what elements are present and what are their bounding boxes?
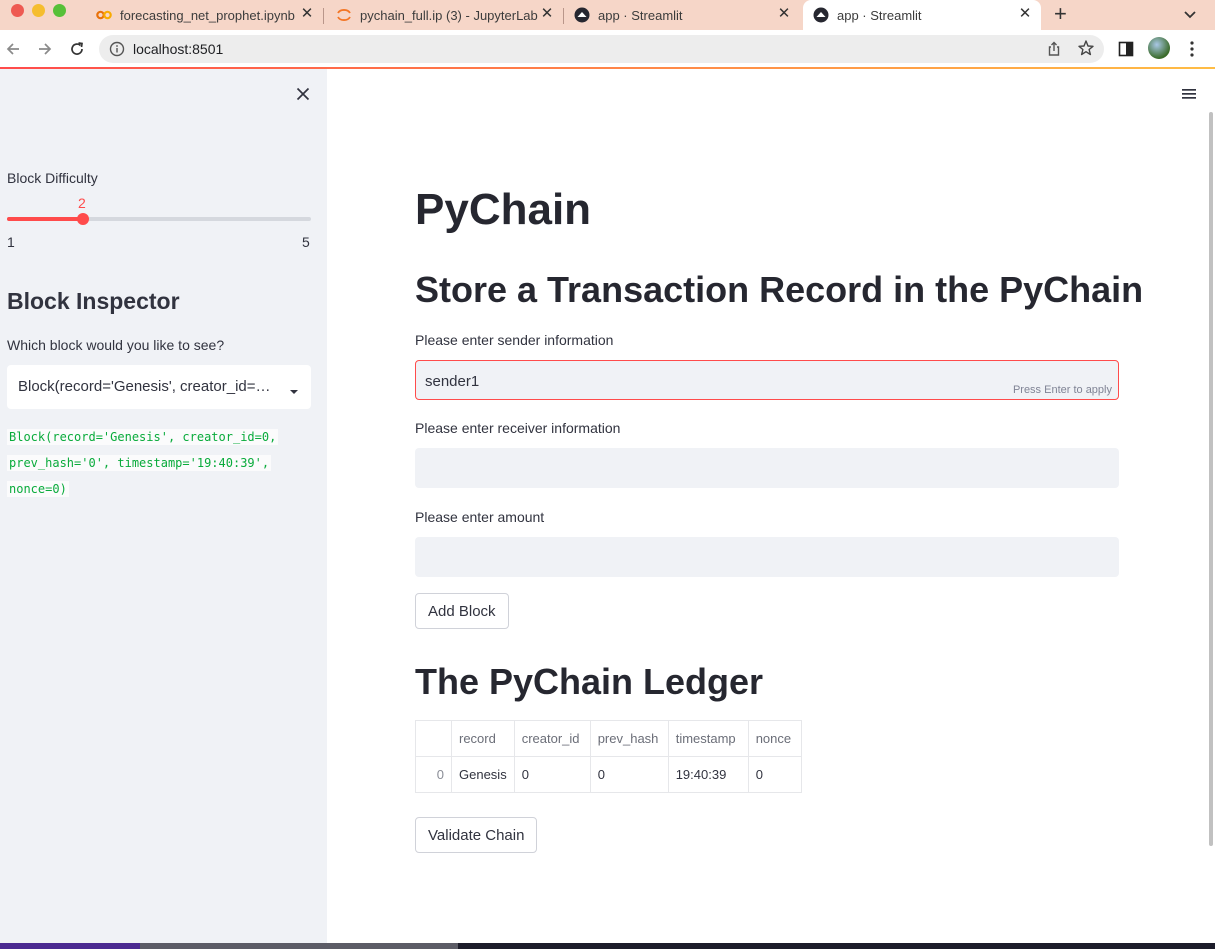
block-code-line: nonce=0) — [7, 481, 69, 497]
reload-icon[interactable] — [67, 39, 87, 59]
receiver-label: Please enter receiver information — [415, 420, 621, 436]
block-inspector-header: Block Inspector — [7, 288, 180, 314]
browser-tab-strip: forecasting_net_prophet.ipynb ✕ pychain_… — [0, 0, 1215, 30]
block-select-value: Block(record='Genesis', creator_id=0, pr… — [18, 378, 276, 395]
receiver-input[interactable] — [415, 448, 1119, 488]
hamburger-menu-icon[interactable] — [1181, 87, 1197, 101]
table-cell: 0 — [747, 756, 802, 793]
table-header-row: record creator_id prev_hash timestamp no… — [415, 720, 802, 757]
profile-avatar[interactable] — [1148, 37, 1170, 59]
table-cell: 0 — [589, 756, 669, 793]
slider-min-label: 1 — [7, 234, 15, 250]
slider-current-value: 2 — [78, 195, 86, 211]
browser-tab-title: app · Streamlit — [837, 7, 922, 23]
column-header[interactable]: record — [451, 720, 515, 757]
row-index: 0 — [415, 756, 452, 793]
sender-label: Please enter sender information — [415, 332, 614, 348]
slider-fill — [7, 217, 83, 221]
browser-tab-jupyter[interactable]: pychain_full.ip (3) - JupyterLab ✕ — [328, 0, 563, 30]
input-hint: Press Enter to apply — [1012, 384, 1112, 396]
scrollbar-thumb[interactable] — [1209, 112, 1213, 846]
browser-tab-colab[interactable]: forecasting_net_prophet.ipynb ✕ — [88, 0, 323, 30]
block-code-line: Block(record='Genesis', creator_id=0, — [7, 429, 279, 445]
new-tab-button[interactable]: + — [1054, 3, 1072, 25]
back-icon[interactable] — [3, 39, 23, 59]
desktop-dock-strip — [0, 943, 1215, 949]
close-icon[interactable]: ✕ — [1017, 6, 1033, 22]
url-text: localhost:8501 — [133, 41, 224, 57]
address-bar[interactable]: localhost:8501 — [99, 35, 1104, 63]
block-select-label: Which block would you like to see? — [7, 337, 225, 353]
streamlit-icon — [813, 7, 829, 23]
browser-tab-streamlit-active[interactable]: app · Streamlit ✕ — [803, 0, 1041, 30]
close-icon[interactable]: ✕ — [299, 6, 315, 22]
table-cell: 19:40:39 — [667, 756, 749, 793]
dock-segment — [140, 943, 458, 949]
difficulty-label: Block Difficulty — [7, 170, 98, 186]
slider-thumb[interactable] — [77, 213, 89, 225]
caret-down-icon — [289, 383, 299, 394]
browser-tab-title: app · Streamlit — [598, 7, 683, 23]
column-header[interactable]: timestamp — [667, 720, 749, 757]
dock-segment — [0, 943, 140, 949]
browser-toolbar: localhost:8501 — [0, 30, 1215, 68]
table-cell: 0 — [513, 756, 591, 793]
window-minimize-button[interactable] — [32, 4, 45, 17]
add-block-button[interactable]: Add Block — [415, 593, 509, 629]
tab-divider — [323, 8, 324, 24]
column-header[interactable]: prev_hash — [589, 720, 669, 757]
browser-tab-streamlit[interactable]: app · Streamlit ✕ — [566, 0, 800, 30]
ledger-header: The PyChain Ledger — [415, 661, 764, 702]
index-column-header — [415, 720, 452, 757]
sender-input[interactable]: sender1 Press Enter to apply — [415, 360, 1119, 400]
validate-chain-button[interactable]: Validate Chain — [415, 817, 538, 853]
amount-input[interactable] — [415, 537, 1119, 577]
streamlit-icon — [574, 7, 590, 23]
column-header[interactable]: nonce — [747, 720, 802, 757]
share-icon[interactable] — [1045, 40, 1063, 58]
table-cell: Genesis — [451, 756, 515, 793]
close-icon[interactable]: ✕ — [776, 6, 792, 22]
block-select[interactable]: Block(record='Genesis', creator_id=0, pr… — [7, 365, 311, 409]
window-close-button[interactable] — [11, 4, 24, 17]
bookmark-star-icon[interactable] — [1077, 39, 1095, 57]
browser-menu-icon[interactable] — [1185, 40, 1199, 58]
info-icon[interactable] — [109, 41, 125, 57]
sidebar: Block Difficulty 2 1 5 Block Inspector W… — [0, 69, 327, 943]
column-header[interactable]: creator_id — [513, 720, 591, 757]
form-header: Store a Transaction Record in the PyChai… — [415, 269, 1144, 310]
tab-divider — [563, 8, 564, 24]
chevron-down-icon[interactable] — [1182, 6, 1198, 22]
window-maximize-button[interactable] — [53, 4, 66, 17]
ledger-table: record creator_id prev_hash timestamp no… — [415, 720, 802, 793]
forward-icon[interactable] — [35, 39, 55, 59]
slider-max-label: 5 — [302, 234, 310, 250]
browser-tab-title: forecasting_net_prophet.ipynb — [120, 7, 295, 23]
amount-label: Please enter amount — [415, 509, 545, 525]
close-icon[interactable]: ✕ — [539, 6, 555, 22]
jupyter-icon — [336, 7, 352, 23]
sender-input-value: sender1 — [425, 373, 480, 390]
block-code-line: prev_hash='0', timestamp='19:40:39', — [7, 455, 272, 471]
difficulty-slider[interactable] — [7, 213, 311, 225]
side-panel-icon[interactable] — [1118, 41, 1134, 57]
close-sidebar-icon[interactable] — [294, 85, 312, 103]
browser-tab-title: pychain_full.ip (3) - JupyterLab — [360, 7, 538, 23]
colab-icon — [96, 7, 112, 23]
table-row: 0 Genesis 0 0 19:40:39 0 — [415, 756, 802, 793]
page-title: PyChain — [415, 185, 592, 234]
